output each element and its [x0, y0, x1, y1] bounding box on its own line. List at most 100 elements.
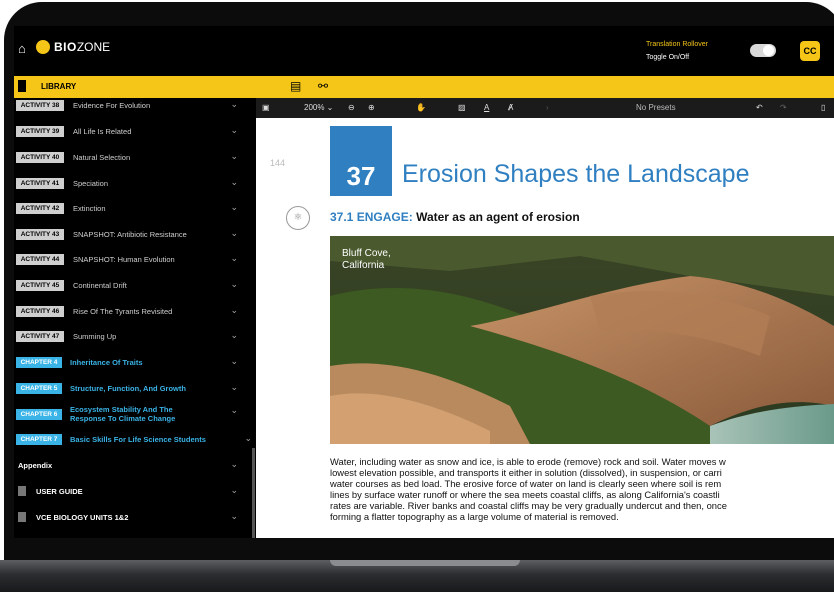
sidebar-item-chapter-7[interactable]: CHAPTER 7 Basic Skills For Life Science S… — [14, 430, 256, 448]
activity-label: Evidence For Evolution — [73, 100, 151, 110]
panel-icon[interactable]: ▯ — [821, 103, 825, 112]
chevron-down-icon[interactable]: ⌄ — [230, 99, 238, 110]
hinge — [330, 560, 520, 566]
chevron-down-icon[interactable]: ⌄ — [230, 485, 238, 496]
chapter-label: Structure, Function, And Growth — [70, 383, 186, 393]
chapter-badge: CHAPTER 6 — [16, 408, 62, 420]
library-bar: LIBRARY ▤ ⚯ — [14, 76, 834, 98]
book-cover-icon — [18, 512, 26, 522]
chevron-down-icon[interactable]: ⌄ — [230, 459, 238, 470]
coastal-cliff-photo — [330, 236, 834, 444]
activity-label: Speciation — [73, 178, 109, 188]
activity-label: Summing Up — [73, 331, 117, 341]
cc-button[interactable]: CC — [800, 41, 820, 61]
activity-badge: ACTIVITY 45 — [16, 279, 64, 291]
zoom-select[interactable]: 200% ⌄ — [304, 103, 333, 112]
top-bar: ⌂ BIO ZONE Translation Rollover Toggle O… — [14, 26, 834, 76]
brand-bio: BIO — [54, 40, 77, 54]
sidebar-item-chapter-5[interactable]: CHAPTER 5 Structure, Function, And Growth… — [14, 379, 256, 397]
sidebar-item-activity-42[interactable]: ACTIVITY 42 Extinction ⌄ — [14, 199, 256, 217]
body-line: forming a flatter topography as a large … — [330, 511, 619, 522]
coastal-cliff-illustration — [330, 236, 834, 444]
sidebar-item-activity-47[interactable]: ACTIVITY 47 Summing Up ⌄ — [14, 327, 256, 345]
sidebar-item-appendix[interactable]: Appendix ⌄ — [14, 456, 256, 474]
brand-zone: ZONE — [76, 40, 111, 54]
home-icon[interactable]: ⌂ — [18, 42, 30, 55]
activity-label: Natural Selection — [73, 152, 131, 162]
chevron-down-icon[interactable]: ⌄ — [230, 511, 238, 522]
sidebar-item-chapter-6[interactable]: CHAPTER 6 Ecosystem Stability And The Res… — [14, 402, 256, 426]
chapter-label: Ecosystem Stability And The Response To … — [70, 405, 176, 423]
sidebar-item-activity-38[interactable]: ACTIVITY 38 Evidence For Evolution ⌄ — [14, 98, 256, 114]
sidebar-item-activity-46[interactable]: ACTIVITY 46 Rise Of The Tyrants Revisited… — [14, 302, 256, 320]
body-line: lines by surface water runoff or where t… — [330, 489, 720, 500]
sidebar-item-chapter-4[interactable]: CHAPTER 4 Inheritance Of Traits ⌄ — [14, 353, 256, 371]
body-line: water courses as bed load. The erosive f… — [330, 478, 722, 489]
activity-badge: ACTIVITY 42 — [16, 202, 64, 214]
chevron-down-icon[interactable]: ⌄ — [230, 253, 238, 264]
sidebar-item-activity-41[interactable]: ACTIVITY 41 Speciation ⌄ — [14, 174, 256, 192]
underline-icon[interactable]: A — [484, 103, 489, 112]
chevron-down-icon[interactable]: ⌄ — [230, 405, 238, 416]
sidebar-item-activity-44[interactable]: ACTIVITY 44 SNAPSHOT: Human Evolution ⌄ — [14, 250, 256, 268]
brand-logo[interactable]: BIO ZONE — [36, 40, 110, 54]
book-icon — [18, 80, 26, 92]
chevron-down-icon[interactable]: ⌄ — [230, 305, 238, 316]
document-toolbar: ▣ 200% ⌄ ⊖ ⊕ ✋ ▨ A Ⱥ › No Presets ↶ ↷ ▯ — [256, 98, 834, 118]
notes-icon[interactable]: ▤ — [290, 79, 301, 93]
chevron-down-icon[interactable]: ⌄ — [230, 356, 238, 367]
strikethrough-icon[interactable]: Ⱥ — [508, 103, 513, 112]
chapter-badge: CHAPTER 7 — [16, 433, 62, 445]
body-line: rates are variable. River banks and coas… — [330, 500, 727, 511]
page-title: Erosion Shapes the Landscape — [402, 160, 750, 188]
chapter-label: Inheritance Of Traits — [70, 357, 143, 367]
activity-label: Continental Drift — [73, 280, 127, 290]
redo-icon[interactable]: ↷ — [780, 103, 787, 112]
chevron-down-icon[interactable]: ⌄ — [230, 177, 238, 188]
chevron-down-icon[interactable]: ⌄ — [230, 125, 238, 136]
section-heading: 37.1 ENGAGE: Water as an agent of erosio… — [330, 210, 580, 224]
chevron-down-icon[interactable]: ⌄ — [230, 202, 238, 213]
activity-badge: ACTIVITY 47 — [16, 330, 64, 342]
hand-tool-icon[interactable]: ✋ — [416, 103, 426, 112]
sidebar-item-activity-45[interactable]: ACTIVITY 45 Continental Drift ⌄ — [14, 276, 256, 294]
page-number: 144 — [270, 158, 286, 168]
sidebar-scrollbar[interactable] — [252, 448, 255, 538]
activity-label: SNAPSHOT: Human Evolution — [73, 254, 175, 264]
translation-toggle[interactable] — [750, 44, 776, 57]
body-line: Water, including water as snow and ice, … — [330, 456, 726, 467]
user-guide-label: USER GUIDE — [36, 486, 83, 496]
chevron-down-icon[interactable]: ⌄ — [230, 228, 238, 239]
library-label[interactable]: LIBRARY — [41, 82, 76, 91]
link-icon[interactable]: ⚯ — [318, 79, 328, 93]
text-select-icon[interactable]: ▨ — [458, 103, 466, 112]
activity-badge: ACTIVITY 46 — [16, 305, 64, 317]
chevron-down-icon[interactable]: ⌄ — [230, 279, 238, 290]
sidebar-item-vce[interactable]: VCE BIOLOGY UNITS 1&2 ⌄ — [14, 508, 256, 526]
activity-label: All Life Is Related — [73, 126, 132, 136]
section-title: Water as an agent of erosion — [416, 210, 580, 224]
presets-label[interactable]: No Presets — [636, 103, 676, 112]
section-label: ENGAGE: — [356, 210, 413, 224]
zoom-in-icon[interactable]: ⊕ — [368, 103, 375, 112]
activity-label: Rise Of The Tyrants Revisited — [73, 306, 173, 316]
photo-caption: Bluff Cove, California — [342, 248, 391, 272]
chevron-right-icon[interactable]: › — [546, 103, 549, 112]
activity-badge: ACTIVITY 41 — [16, 177, 64, 189]
chevron-down-icon[interactable]: ⌄ — [230, 382, 238, 393]
sidebar-item-activity-39[interactable]: ACTIVITY 39 All Life Is Related ⌄ — [14, 122, 256, 140]
sidebar-item-user-guide[interactable]: USER GUIDE ⌄ — [14, 482, 256, 500]
molecule-icon: ⚛ — [286, 206, 310, 230]
photo-caption-line2: California — [342, 260, 385, 271]
translation-subtitle: Toggle On/Off — [646, 54, 690, 61]
section-number: 37.1 — [330, 210, 354, 224]
chevron-down-icon[interactable]: ⌄ — [230, 330, 238, 341]
chevron-down-icon[interactable]: ⌄ — [244, 433, 252, 444]
page-icon[interactable]: ▣ — [262, 103, 270, 112]
sidebar-item-activity-43[interactable]: ACTIVITY 43 SNAPSHOT: Antibiotic Resistan… — [14, 225, 256, 243]
chevron-down-icon[interactable]: ⌄ — [230, 151, 238, 162]
screen: ⌂ BIO ZONE Translation Rollover Toggle O… — [14, 26, 834, 538]
undo-icon[interactable]: ↶ — [756, 103, 763, 112]
sidebar-item-activity-40[interactable]: ACTIVITY 40 Natural Selection ⌄ — [14, 148, 256, 166]
zoom-out-icon[interactable]: ⊖ — [348, 103, 355, 112]
